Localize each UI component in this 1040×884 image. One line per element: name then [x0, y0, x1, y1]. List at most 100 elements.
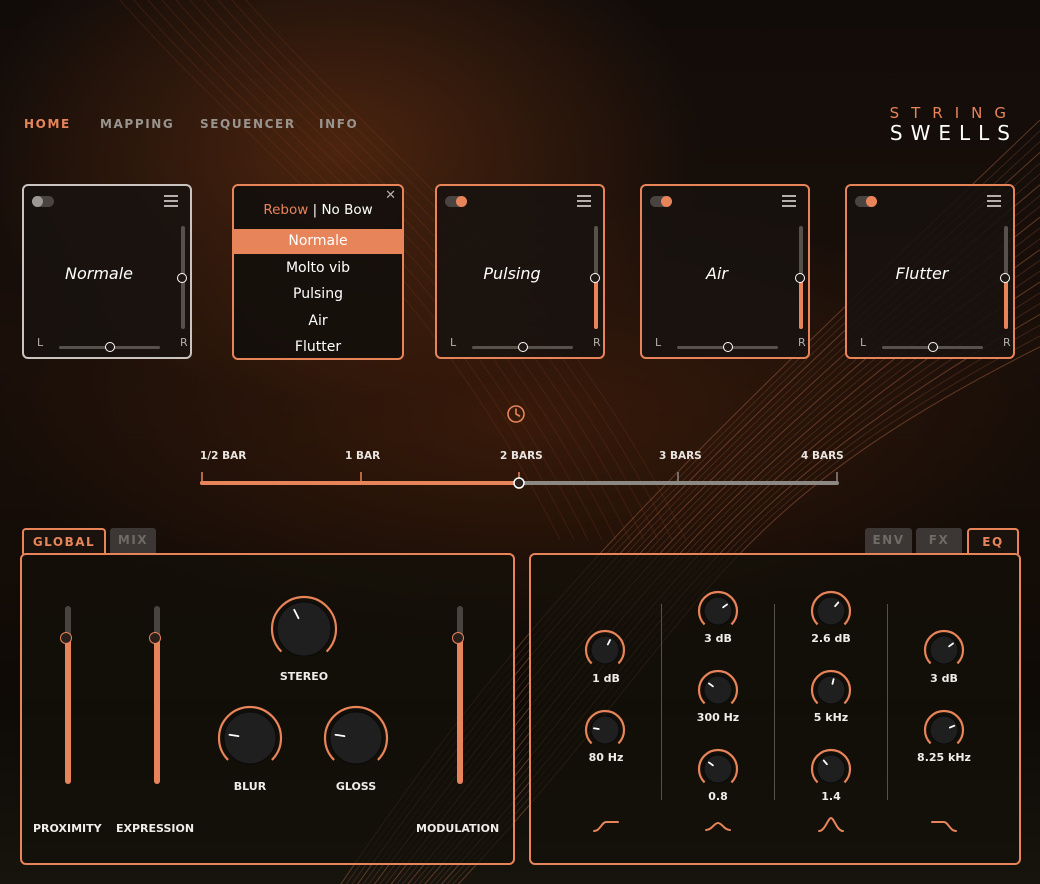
level-slider-fill	[594, 277, 598, 329]
eq-band3-gain-knob[interactable]	[810, 590, 852, 632]
fader-thumb[interactable]	[149, 632, 161, 645]
card-toggle[interactable]	[445, 196, 467, 207]
level-slider-thumb[interactable]	[590, 272, 600, 283]
gloss-label: GLOSS	[335, 780, 377, 793]
articulation-card-normale[interactable]: Normale L R	[22, 184, 192, 359]
pan-slider[interactable]	[472, 342, 573, 352]
fader-thumb[interactable]	[60, 632, 72, 645]
sequence-length-slider[interactable]	[195, 466, 845, 496]
level-slider[interactable]	[590, 226, 600, 329]
tab-fx[interactable]: FX	[916, 528, 962, 554]
articulation-card-flutter[interactable]: Flutter L R	[845, 184, 1015, 359]
timeline-thumb[interactable]	[513, 477, 525, 489]
pan-right-label: R	[180, 336, 188, 349]
toggle-knob	[661, 196, 672, 207]
timeline-label-half-bar[interactable]: 1/2 BAR	[200, 450, 246, 462]
menu-option-molto-vib[interactable]: Molto vib	[234, 256, 402, 281]
fader-fill	[154, 638, 160, 784]
nav-info[interactable]: INFO	[319, 117, 358, 131]
eq-band4-freq-label: 8.25 kHz	[917, 751, 971, 764]
card-toggle[interactable]	[32, 196, 54, 207]
eq-band2-gain-label: 3 dB	[704, 632, 732, 645]
pan-slider[interactable]	[882, 342, 983, 352]
menu-icon[interactable]	[782, 195, 796, 207]
tab-mix[interactable]: MIX	[110, 528, 156, 554]
peak-icon[interactable]	[817, 816, 845, 834]
timeline-label-1-bar[interactable]: 1 BAR	[345, 450, 380, 462]
menu-icon[interactable]	[164, 195, 178, 207]
fader-thumb[interactable]	[452, 632, 464, 645]
pan-slider-thumb[interactable]	[517, 342, 528, 352]
eq-band4-gain-knob[interactable]	[923, 629, 965, 671]
pan-left-label: L	[37, 336, 44, 349]
eq-band2-q-knob[interactable]	[697, 748, 739, 790]
eq-band4-gain-label: 3 dB	[930, 672, 958, 685]
card-title: Pulsing	[483, 264, 541, 283]
tab-global[interactable]: GLOBAL	[22, 528, 106, 554]
bell-icon[interactable]	[704, 818, 732, 834]
pan-slider-thumb[interactable]	[104, 342, 115, 352]
eq-band1-gain-knob[interactable]	[584, 629, 626, 671]
eq-band3-q-label: 1.4	[821, 790, 841, 803]
timeline-label-2-bars[interactable]: 2 BARS	[500, 450, 543, 462]
expression-label: EXPRESSION	[116, 822, 195, 835]
card-title: Air	[706, 264, 728, 283]
eq-band4-freq-knob[interactable]	[923, 709, 965, 751]
band-divider	[887, 604, 888, 800]
band-divider	[661, 604, 662, 800]
nav-sequencer[interactable]: SEQUENCER	[200, 117, 296, 131]
pan-slider[interactable]	[59, 342, 160, 352]
card-toggle[interactable]	[855, 196, 877, 207]
bow-mode-selector[interactable]: Rebow | No Bow	[234, 202, 402, 218]
pan-slider[interactable]	[677, 342, 778, 352]
low-shelf-icon[interactable]	[592, 818, 620, 834]
timeline-label-3-bars[interactable]: 3 BARS	[659, 450, 702, 462]
menu-icon[interactable]	[577, 195, 591, 207]
pan-right-label: R	[798, 336, 806, 349]
menu-option-pulsing[interactable]: Pulsing	[234, 282, 402, 307]
menu-option-air[interactable]: Air	[234, 309, 402, 334]
level-slider-thumb[interactable]	[177, 272, 187, 283]
pan-slider-thumb[interactable]	[927, 342, 938, 352]
card-title: Normale	[64, 264, 133, 283]
eq-band2-gain-knob[interactable]	[697, 590, 739, 632]
expression-fader[interactable]	[149, 606, 161, 784]
level-slider[interactable]	[795, 226, 805, 329]
level-slider-thumb[interactable]	[795, 272, 805, 283]
card-toggle[interactable]	[650, 196, 672, 207]
menu-icon[interactable]	[987, 195, 1001, 207]
timeline-label-4-bars[interactable]: 4 BARS	[801, 450, 844, 462]
eq-band3-q-knob[interactable]	[810, 748, 852, 790]
modulation-fader[interactable]	[452, 606, 464, 784]
menu-option-flutter[interactable]: Flutter	[234, 335, 402, 358]
level-slider[interactable]	[1000, 226, 1010, 329]
menu-option-normale[interactable]: Normale	[234, 229, 402, 254]
nav-home[interactable]: HOME	[24, 117, 71, 131]
eq-band3-freq-knob[interactable]	[810, 669, 852, 711]
toggle-knob	[456, 196, 467, 207]
close-icon[interactable]: ✕	[385, 188, 396, 203]
articulation-card-air[interactable]: Air L R	[640, 184, 810, 359]
rebow-option[interactable]: Rebow	[263, 202, 308, 218]
articulation-card-pulsing[interactable]: Pulsing L R	[435, 184, 605, 359]
eq-band2-freq-knob[interactable]	[697, 669, 739, 711]
high-shelf-icon[interactable]	[930, 818, 958, 834]
nav-mapping[interactable]: MAPPING	[100, 117, 174, 131]
tab-eq[interactable]: EQ	[967, 528, 1019, 554]
eq-band1-freq-knob[interactable]	[584, 709, 626, 751]
level-slider[interactable]	[177, 226, 187, 329]
fader-fill	[457, 638, 463, 784]
blur-knob[interactable]	[217, 705, 283, 771]
proximity-fader[interactable]	[60, 606, 72, 784]
clock-icon[interactable]	[506, 404, 526, 424]
stereo-knob[interactable]	[270, 595, 338, 663]
level-slider-fill	[799, 277, 803, 329]
stereo-label: STEREO	[279, 670, 329, 683]
gloss-knob[interactable]	[323, 705, 389, 771]
nobow-option[interactable]: No Bow	[321, 202, 372, 218]
eq-band2-q-label: 0.8	[708, 790, 728, 803]
level-slider-thumb[interactable]	[1000, 272, 1010, 283]
pan-slider-thumb[interactable]	[722, 342, 733, 352]
eq-band3-gain-label: 2.6 dB	[811, 632, 851, 645]
tab-env[interactable]: ENV	[865, 528, 912, 554]
